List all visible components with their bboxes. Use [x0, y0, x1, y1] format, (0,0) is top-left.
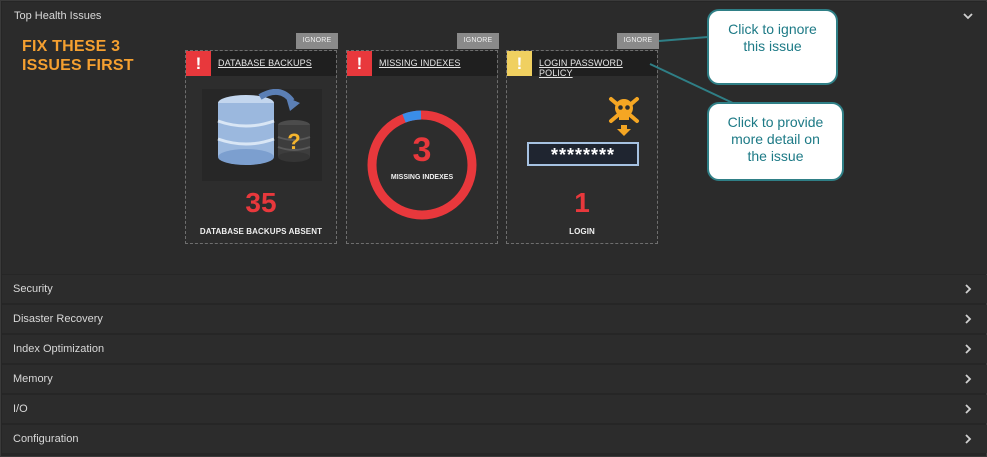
chevron-right-icon	[963, 344, 973, 354]
section-row-security[interactable]: Security	[2, 275, 987, 303]
section-row-index-optimization[interactable]: Index Optimization	[2, 335, 987, 363]
chevron-right-icon	[963, 404, 973, 414]
callout-detail: Click to provide more detail on the issu…	[707, 102, 844, 181]
health-panel: Top Health Issues FIX THESE 3 ISSUES FIR…	[0, 0, 987, 457]
section-row-memory[interactable]: Memory	[2, 365, 987, 393]
section-row-io[interactable]: I/O	[2, 395, 987, 423]
section-label: Configuration	[13, 433, 79, 445]
callout-ignore: Click to ignore this issue	[707, 9, 838, 85]
chevron-right-icon	[963, 284, 973, 294]
chevron-right-icon	[963, 374, 973, 384]
section-label: Disaster Recovery	[13, 313, 103, 325]
section-label: I/O	[13, 403, 28, 415]
section-label: Memory	[13, 373, 53, 385]
section-row-configuration[interactable]: Configuration	[2, 425, 987, 453]
chevron-right-icon	[963, 434, 973, 444]
section-row-disaster-recovery[interactable]: Disaster Recovery	[2, 305, 987, 333]
section-label: Index Optimization	[13, 343, 105, 355]
chevron-right-icon	[963, 314, 973, 324]
section-label: Security	[13, 283, 53, 295]
top-health-issues-section: Top Health Issues FIX THESE 3 ISSUES FIR…	[2, 2, 987, 274]
